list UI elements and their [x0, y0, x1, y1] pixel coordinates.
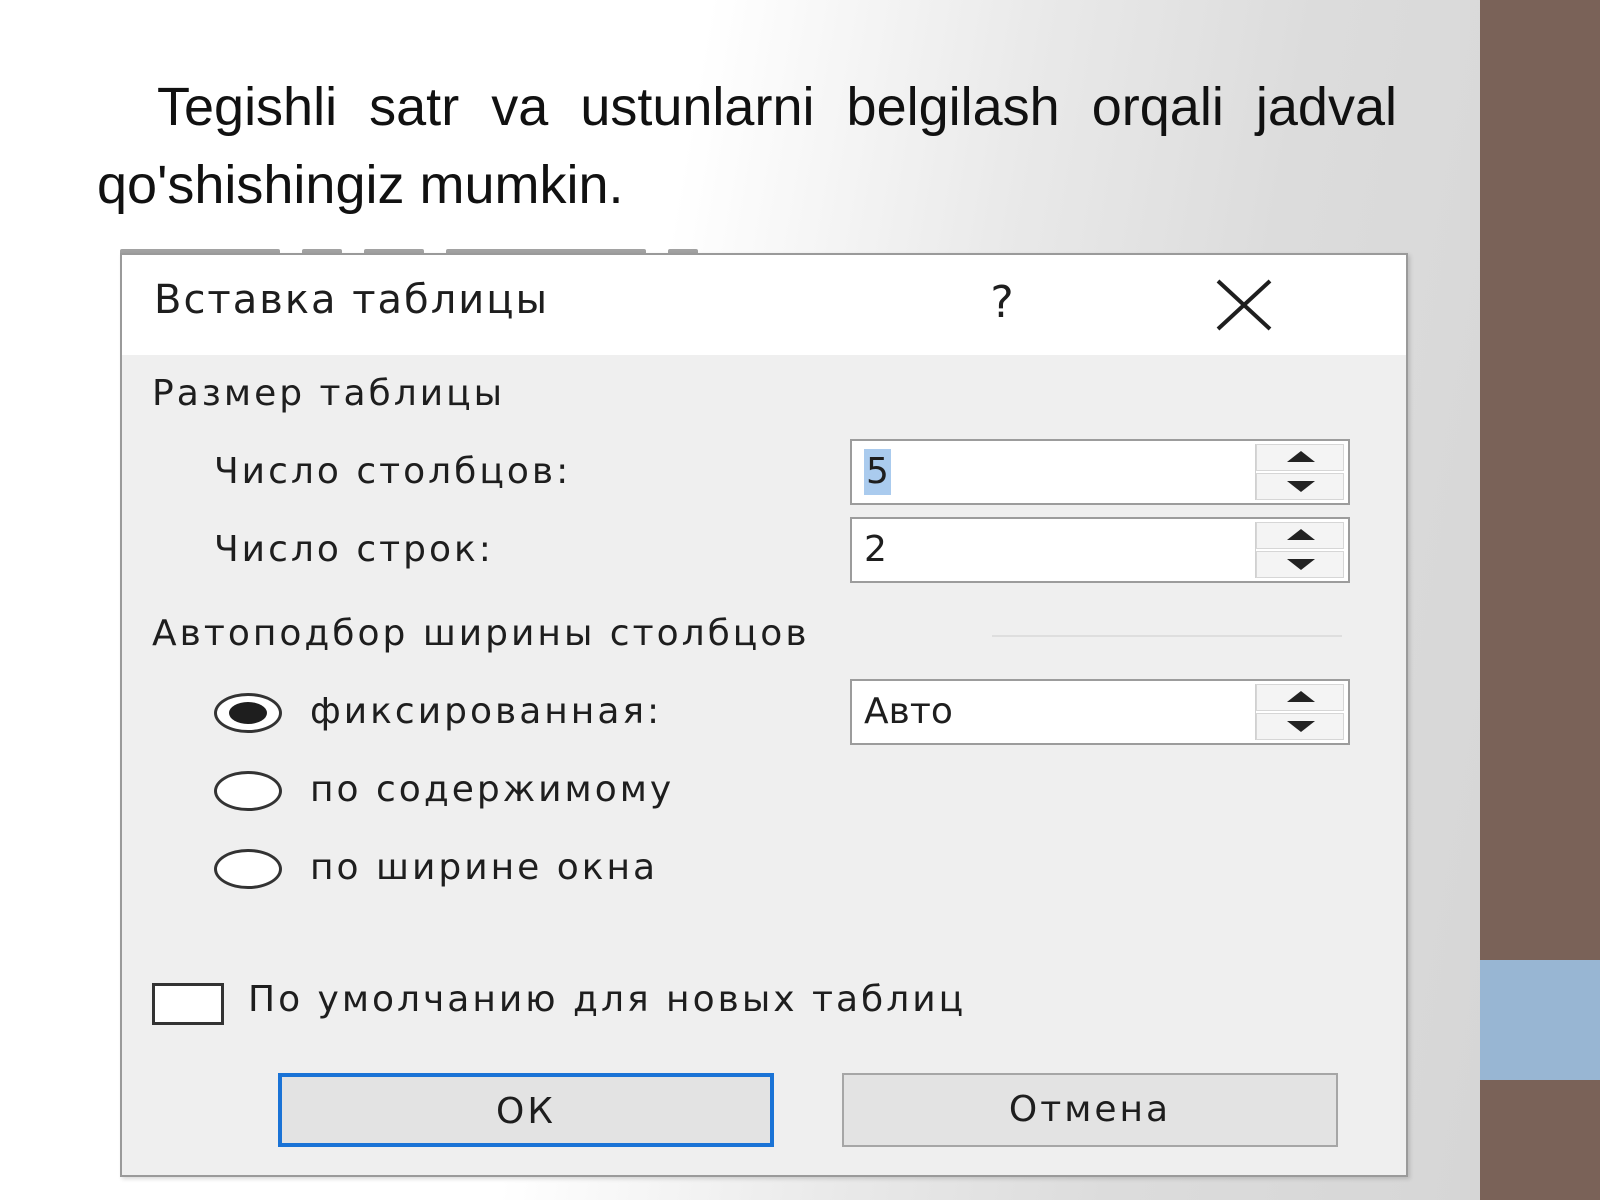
columns-spin-buttons: [1255, 444, 1344, 500]
default-for-new-tables-checkbox[interactable]: [152, 983, 224, 1025]
default-for-new-tables-label: По умолчанию для новых таблиц: [248, 979, 967, 1020]
rows-spinner[interactable]: 2: [850, 517, 1350, 583]
close-button[interactable]: [1212, 275, 1276, 335]
help-button[interactable]: ?: [977, 275, 1027, 331]
columns-decrement-button[interactable]: [1256, 473, 1344, 500]
fixed-width-value[interactable]: Авто: [864, 689, 953, 735]
slide-side-accent: [1480, 960, 1600, 1080]
fixed-width-spin-buttons: [1255, 684, 1344, 740]
rows-label: Число строк:: [214, 529, 494, 570]
arrow-down-icon: [1287, 481, 1315, 492]
dialog-title-bar: Вставка таблицы ?: [122, 255, 1406, 355]
autofit-content-radio[interactable]: [214, 771, 282, 811]
ok-button[interactable]: ОК: [278, 1073, 774, 1147]
table-size-heading: Размер таблицы: [152, 373, 506, 414]
autofit-heading: Автоподбор ширины столбцов: [152, 613, 810, 654]
rows-decrement-button[interactable]: [1256, 551, 1344, 578]
close-icon: [1216, 279, 1272, 331]
fixed-width-decrement-button[interactable]: [1256, 713, 1344, 740]
fixed-width-spinner[interactable]: Авто: [850, 679, 1350, 745]
section-separator: [992, 635, 1342, 637]
cancel-button[interactable]: Отмена: [842, 1073, 1338, 1147]
arrow-up-icon: [1287, 451, 1315, 462]
dialog-title: Вставка таблицы: [154, 277, 550, 323]
radio-selected-dot: [229, 702, 267, 724]
rows-value[interactable]: 2: [864, 527, 887, 573]
fixed-width-label: фиксированная:: [310, 691, 663, 732]
rows-increment-button[interactable]: [1256, 522, 1344, 549]
columns-label: Число столбцов:: [214, 451, 572, 492]
arrow-down-icon: [1287, 721, 1315, 732]
autofit-window-label: по ширине окна: [310, 847, 659, 888]
arrow-up-icon: [1287, 529, 1315, 540]
columns-spinner[interactable]: 5: [850, 439, 1350, 505]
rows-spin-buttons: [1255, 522, 1344, 578]
fixed-width-increment-button[interactable]: [1256, 684, 1344, 711]
insert-table-dialog: Вставка таблицы ? Размер таблицы Число с…: [120, 253, 1408, 1177]
arrow-down-icon: [1287, 559, 1315, 570]
ribbon-fragment: [120, 240, 1020, 254]
autofit-content-label: по содержимому: [310, 769, 675, 810]
fixed-width-radio[interactable]: [214, 693, 282, 733]
columns-increment-button[interactable]: [1256, 444, 1344, 471]
arrow-up-icon: [1287, 691, 1315, 702]
autofit-window-radio[interactable]: [214, 849, 282, 889]
slide-body-text: Tegishli satr va ustunlarni belgilash or…: [97, 77, 1397, 215]
columns-value[interactable]: 5: [864, 449, 891, 495]
